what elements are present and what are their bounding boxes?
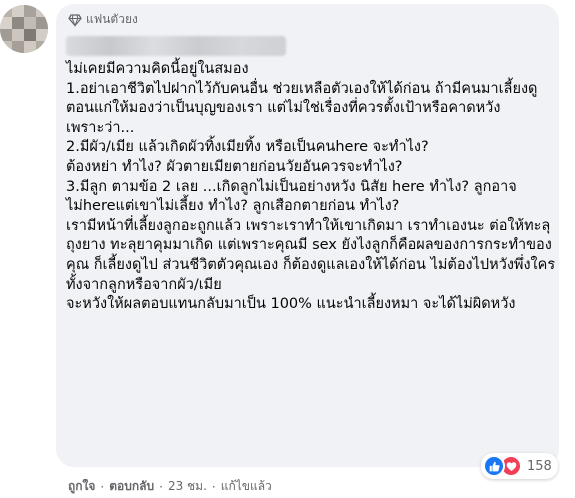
- author-name-redacted[interactable]: [66, 36, 286, 56]
- like-icon: [483, 455, 505, 477]
- separator: ·: [159, 479, 163, 494]
- badge-label: แฟนตัวยง: [86, 11, 138, 26]
- reaction-summary[interactable]: 158: [481, 453, 558, 479]
- separator: ·: [100, 479, 105, 494]
- diamond-icon: [68, 12, 82, 27]
- like-button[interactable]: ถูกใจ: [68, 477, 95, 496]
- reaction-count: 158: [527, 458, 552, 474]
- edited-label[interactable]: แก้ไขแล้ว: [221, 477, 272, 496]
- reply-button[interactable]: ตอบกลับ: [109, 477, 154, 496]
- comment-bubble: แฟนตัวยง ไม่เคยมีความคิดนี้อยู่ในสมอง 1.…: [56, 4, 559, 467]
- avatar[interactable]: [0, 5, 48, 53]
- fan-badge[interactable]: แฟนตัวยง: [68, 11, 138, 27]
- comment-text: ไม่เคยมีความคิดนี้อยู่ในสมอง 1.อย่าเอาชี…: [66, 61, 556, 313]
- separator: ·: [211, 479, 216, 494]
- timestamp[interactable]: 23 ชม.: [168, 477, 207, 496]
- comment-actions: ถูกใจ · ตอบกลับ · 23 ชม. · แก้ไขแล้ว: [68, 477, 272, 496]
